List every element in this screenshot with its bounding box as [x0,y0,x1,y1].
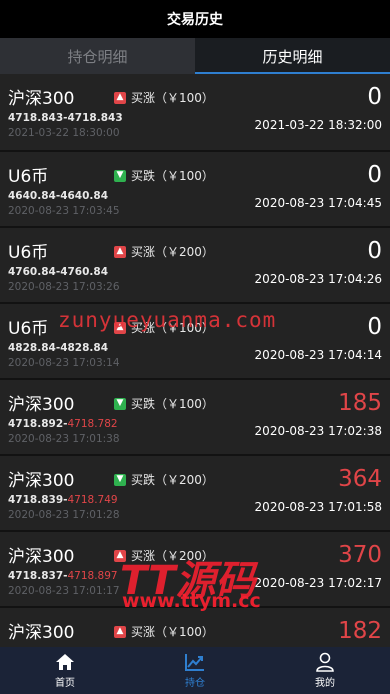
trade-row[interactable]: 沪深300 ▼ 买跌（￥200） 4718.839-4718.749 2020-08-2… [0,454,390,530]
trade-direction: ▼ 买跌（￥100） [114,395,214,412]
profit-value: 0 [367,84,382,110]
open-price: 4640.84 [8,190,56,202]
close-time: 2021-03-22 18:32:00 [254,118,382,132]
trade-direction: ▲ 买涨（￥100） [114,89,214,106]
close-price: 4828.84 [60,342,109,354]
open-price: 4718.839 [8,494,64,506]
user-icon [316,652,334,672]
trade-row[interactable]: 沪深300 ▼ 买跌（￥100） 4718.892-4718.782 2020-08-2… [0,378,390,454]
trade-row[interactable]: U6币 ▲ 买涨（￥200） 4760.84-4760.84 2020-08-23 17… [0,226,390,302]
trend-chart-icon [185,654,204,671]
page-title: 交易历史 [167,12,223,28]
tab-holdings[interactable]: 持仓明细 [0,38,195,74]
trade-instrument-name: U6币 [8,167,49,187]
close-time: 2020-08-23 17:04:14 [254,348,382,362]
arrow-up-icon: ▲ [114,625,126,638]
trade-prices: 4718.843-4718.843 [8,112,123,124]
bottom-nav: 首页 持仓 我的 [0,647,390,694]
trade-direction-label: 买涨（￥100） [131,91,214,105]
trade-direction: ▼ 买跌（￥200） [114,471,214,488]
trade-instrument-name: 沪深300 [8,395,75,415]
trade-instrument-name: 沪深300 [8,89,75,109]
trade-prices: 4718.839-4718.749 [8,494,118,506]
open-price: 4760.84 [8,266,56,278]
nav-home[interactable]: 首页 [0,647,130,694]
trade-direction-label: 买跌（￥200） [131,473,214,487]
open-price: 4718.843 [8,112,64,124]
trade-row[interactable]: 沪深300 ▲ 买涨（￥100） 4718.843-4718.843 2021-03-2… [0,74,390,150]
close-price: 4718.897 [67,570,118,582]
trade-prices: 4760.84-4760.84 [8,266,109,278]
profit-value: 0 [367,314,382,340]
watermark-url: zunyueyuanma.com [58,308,277,332]
trade-direction-label: 买涨（￥100） [131,625,214,639]
trade-row[interactable]: 沪深300 ▲ 买涨（￥100） 182 [0,606,390,647]
trade-prices: 4828.84-4828.84 [8,342,109,354]
close-price: 4718.843 [67,112,123,124]
close-time: 2020-08-23 17:04:26 [254,272,382,286]
trade-row[interactable]: U6币 ▼ 买跌（￥100） 4640.84-4640.84 2020-08-23 17… [0,150,390,226]
profit-value: 182 [338,618,382,644]
trade-instrument-name: 沪深300 [8,623,75,643]
trade-prices: 4718.837-4718.897 [8,570,118,582]
trade-direction: ▲ 买涨（￥100） [114,623,214,640]
open-price: 4828.84 [8,342,56,354]
open-time: 2020-08-23 17:01:17 [8,585,120,597]
tab-bar: 持仓明细 历史明细 [0,38,390,74]
profit-value: 0 [367,162,382,188]
trade-instrument-name: 沪深300 [8,547,75,567]
open-price: 4718.892 [8,418,64,430]
trade-instrument-name: 沪深300 [8,471,75,491]
home-icon [56,654,74,670]
title-bar: 交易历史 [0,0,390,38]
nav-home-label: 首页 [55,678,75,689]
arrow-up-icon: ▲ [114,245,126,258]
arrow-down-icon: ▼ [114,397,126,410]
arrow-down-icon: ▼ [114,473,126,486]
close-time: 2020-08-23 17:02:38 [254,424,382,438]
trade-direction-label: 买跌（￥100） [131,397,214,411]
profit-value: 364 [338,466,382,492]
arrow-up-icon: ▲ [114,91,126,104]
close-time: 2020-08-23 17:01:58 [254,500,382,514]
nav-mine-label: 我的 [315,678,335,689]
open-time: 2020-08-23 17:01:28 [8,509,120,521]
open-time: 2020-08-23 17:03:26 [8,281,120,293]
close-price: 4718.749 [67,494,118,506]
tab-history[interactable]: 历史明细 [195,38,390,74]
open-price: 4718.837 [8,570,64,582]
trade-prices: 4718.892-4718.782 [8,418,118,430]
nav-mine[interactable]: 我的 [260,647,390,694]
nav-holdings[interactable]: 持仓 [130,647,260,694]
profit-value: 0 [367,238,382,264]
nav-holdings-label: 持仓 [185,678,205,689]
trade-direction: ▼ 买跌（￥100） [114,167,214,184]
trade-direction: ▲ 买涨（￥200） [114,243,214,260]
trade-prices: 4640.84-4640.84 [8,190,109,202]
profit-value: 185 [338,390,382,416]
profit-value: 370 [338,542,382,568]
close-price: 4640.84 [60,190,109,202]
close-price: 4760.84 [60,266,109,278]
trade-instrument-name: U6币 [8,319,49,339]
open-time: 2020-08-23 17:03:14 [8,357,120,369]
open-time: 2020-08-23 17:01:38 [8,433,120,445]
close-time: 2020-08-23 17:04:45 [254,196,382,210]
arrow-down-icon: ▼ [114,169,126,182]
close-price: 4718.782 [67,418,118,430]
open-time: 2020-08-23 17:03:45 [8,205,120,217]
trade-direction-label: 买跌（￥100） [131,169,214,183]
close-time: 2020-08-23 17:02:17 [254,576,382,590]
trade-instrument-name: U6币 [8,243,49,263]
open-time: 2021-03-22 18:30:00 [8,127,120,139]
watermark-brand-url: www.ttym.cc [122,590,261,612]
trade-direction-label: 买涨（￥200） [131,245,214,259]
